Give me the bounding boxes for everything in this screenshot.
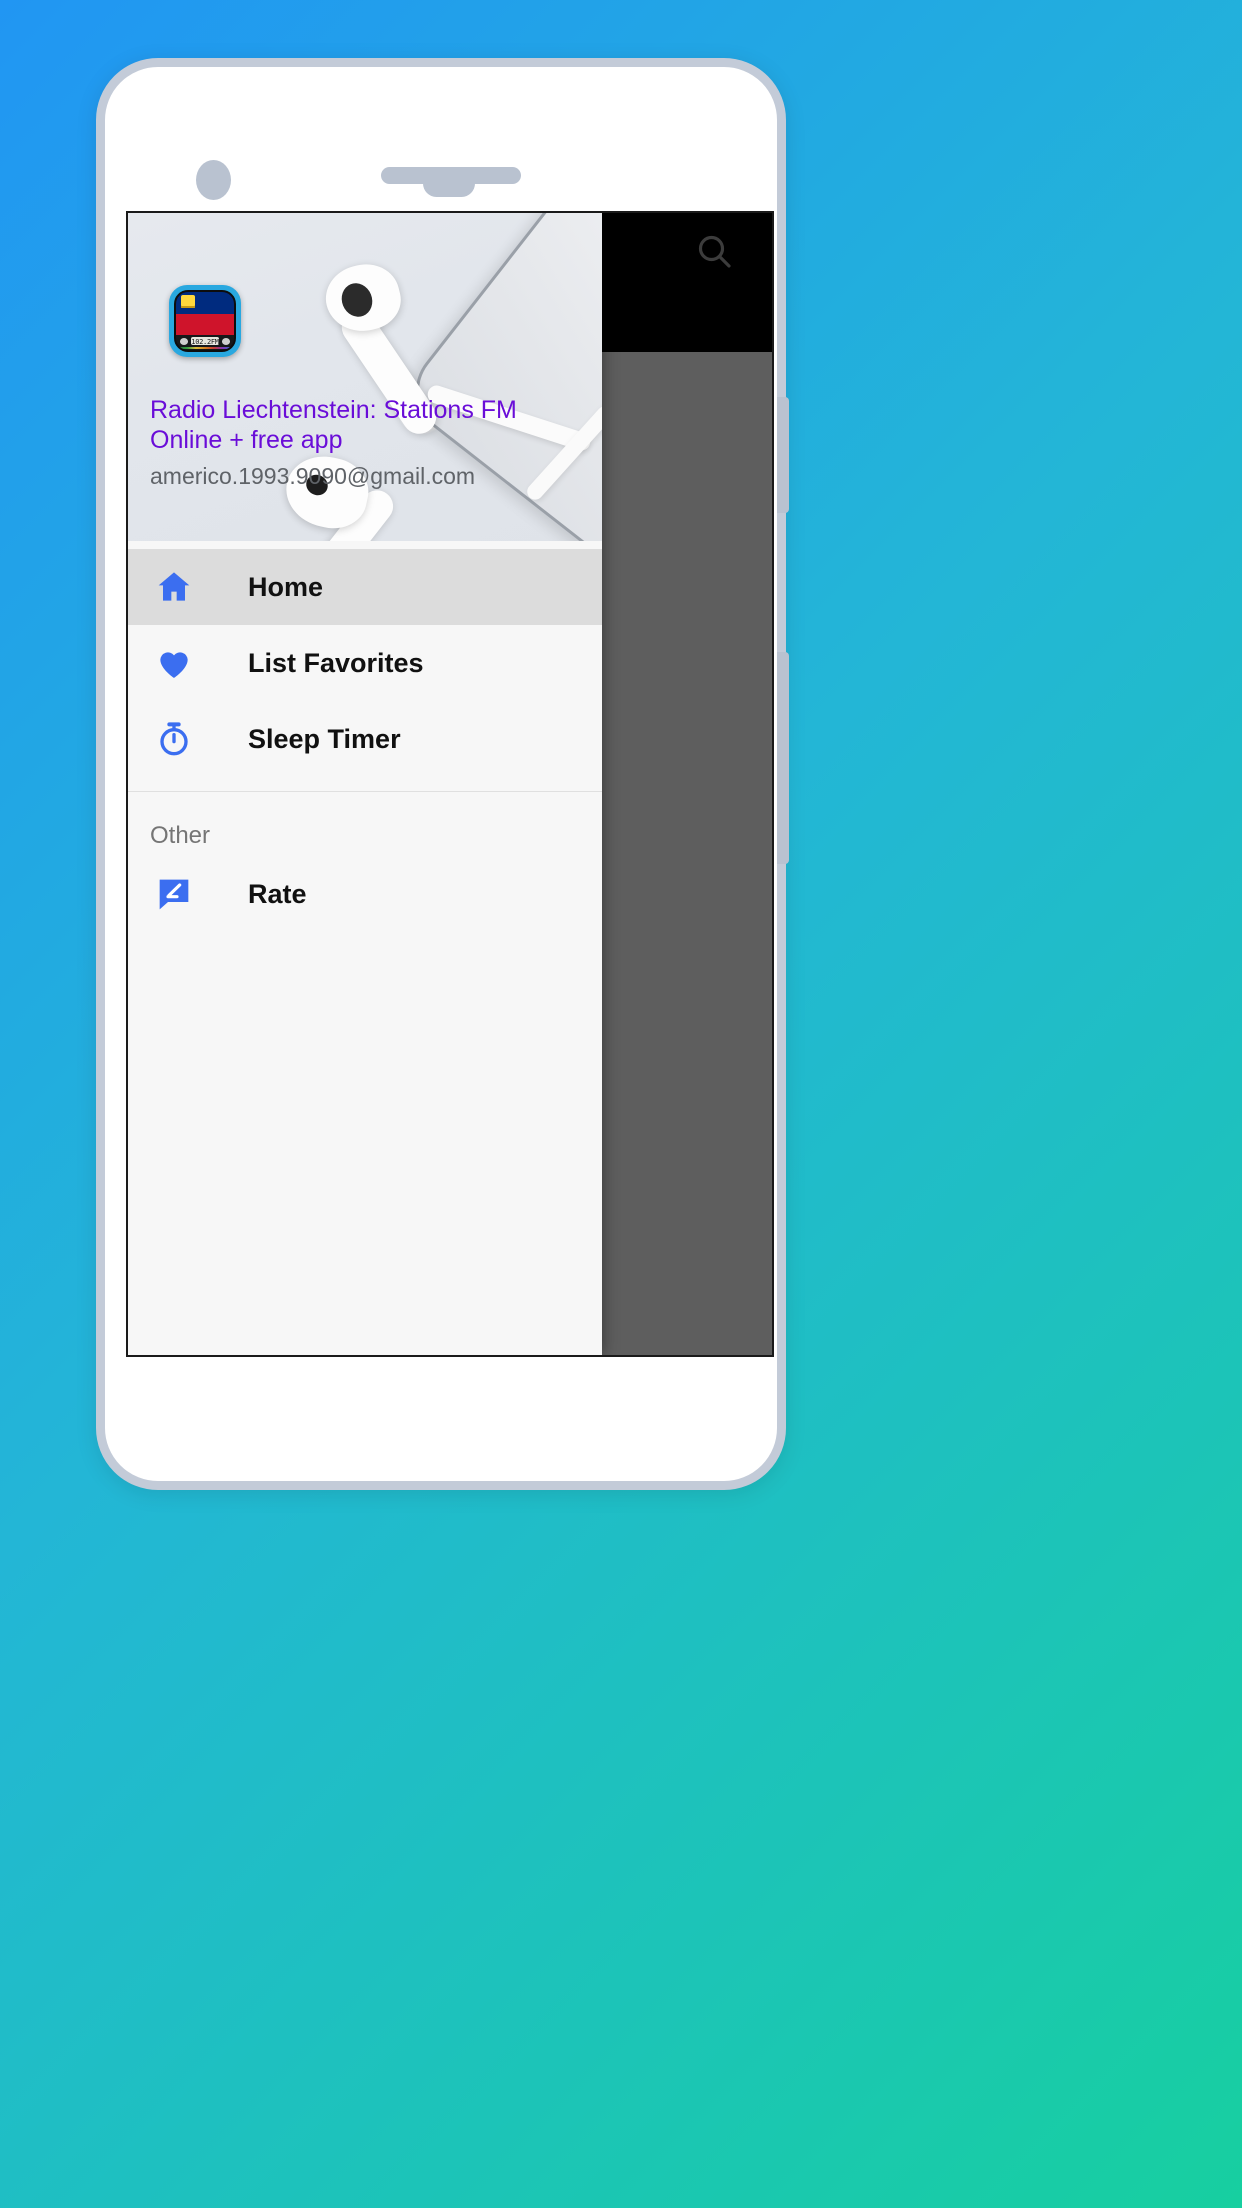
sensor-pill-icon	[423, 170, 475, 197]
phone-side-button-power[interactable]	[777, 652, 789, 864]
sidebar-item-home[interactable]: Home	[128, 549, 602, 625]
radio-panel: 102.2FM	[176, 334, 234, 350]
radio-equalizer-strip	[178, 346, 232, 350]
radio-frequency-display: 102.2FM	[191, 337, 219, 347]
sidebar-item-label: Sleep Timer	[248, 723, 401, 754]
sidebar-item-sleep-timer[interactable]: Sleep Timer	[128, 701, 602, 777]
phone-frame: ation… IOST LISTENED	[96, 58, 789, 1490]
radio-liechtenstein-app-icon: 102.2FM	[169, 285, 241, 357]
photo-phone-corner	[397, 213, 602, 541]
radio-knob-left-icon	[180, 337, 189, 345]
navigation-drawer: 102.2FM Radio Liechtenstein: Stations FM…	[128, 213, 602, 1355]
search-icon[interactable]	[694, 231, 734, 271]
sidebar-item-rate[interactable]: Rate	[128, 856, 602, 932]
drawer-app-title: Radio Liechtenstein: Stations FM Online …	[150, 396, 517, 454]
drawer-header: 102.2FM Radio Liechtenstein: Stations FM…	[128, 213, 602, 541]
sidebar-item-label: Rate	[248, 878, 307, 909]
phone-side-button-volume[interactable]	[777, 397, 789, 513]
heart-icon	[150, 639, 198, 687]
camera-dot-icon	[196, 160, 231, 200]
app-icon-inner: 102.2FM	[174, 290, 236, 352]
sidebar-item-label: Home	[248, 571, 324, 602]
sidebar-item-list-favorites[interactable]: List Favorites	[128, 625, 602, 701]
radio-knob-right-icon	[221, 337, 230, 345]
liechtenstein-flag-red-band	[176, 314, 234, 335]
stopwatch-icon	[150, 715, 198, 763]
sidebar-item-label: List Favorites	[248, 647, 424, 678]
drawer-section-header-other: Other	[150, 822, 211, 849]
home-icon	[150, 563, 198, 611]
drawer-menu: Home List Favorites Sleep Timer Other Ra…	[128, 541, 602, 932]
crown-icon	[181, 294, 196, 308]
drawer-account-email: americo.1993.9090@gmail.com	[150, 463, 476, 489]
rate-comment-pencil-icon	[150, 870, 198, 918]
phone-screen: ation… IOST LISTENED	[126, 211, 774, 1357]
